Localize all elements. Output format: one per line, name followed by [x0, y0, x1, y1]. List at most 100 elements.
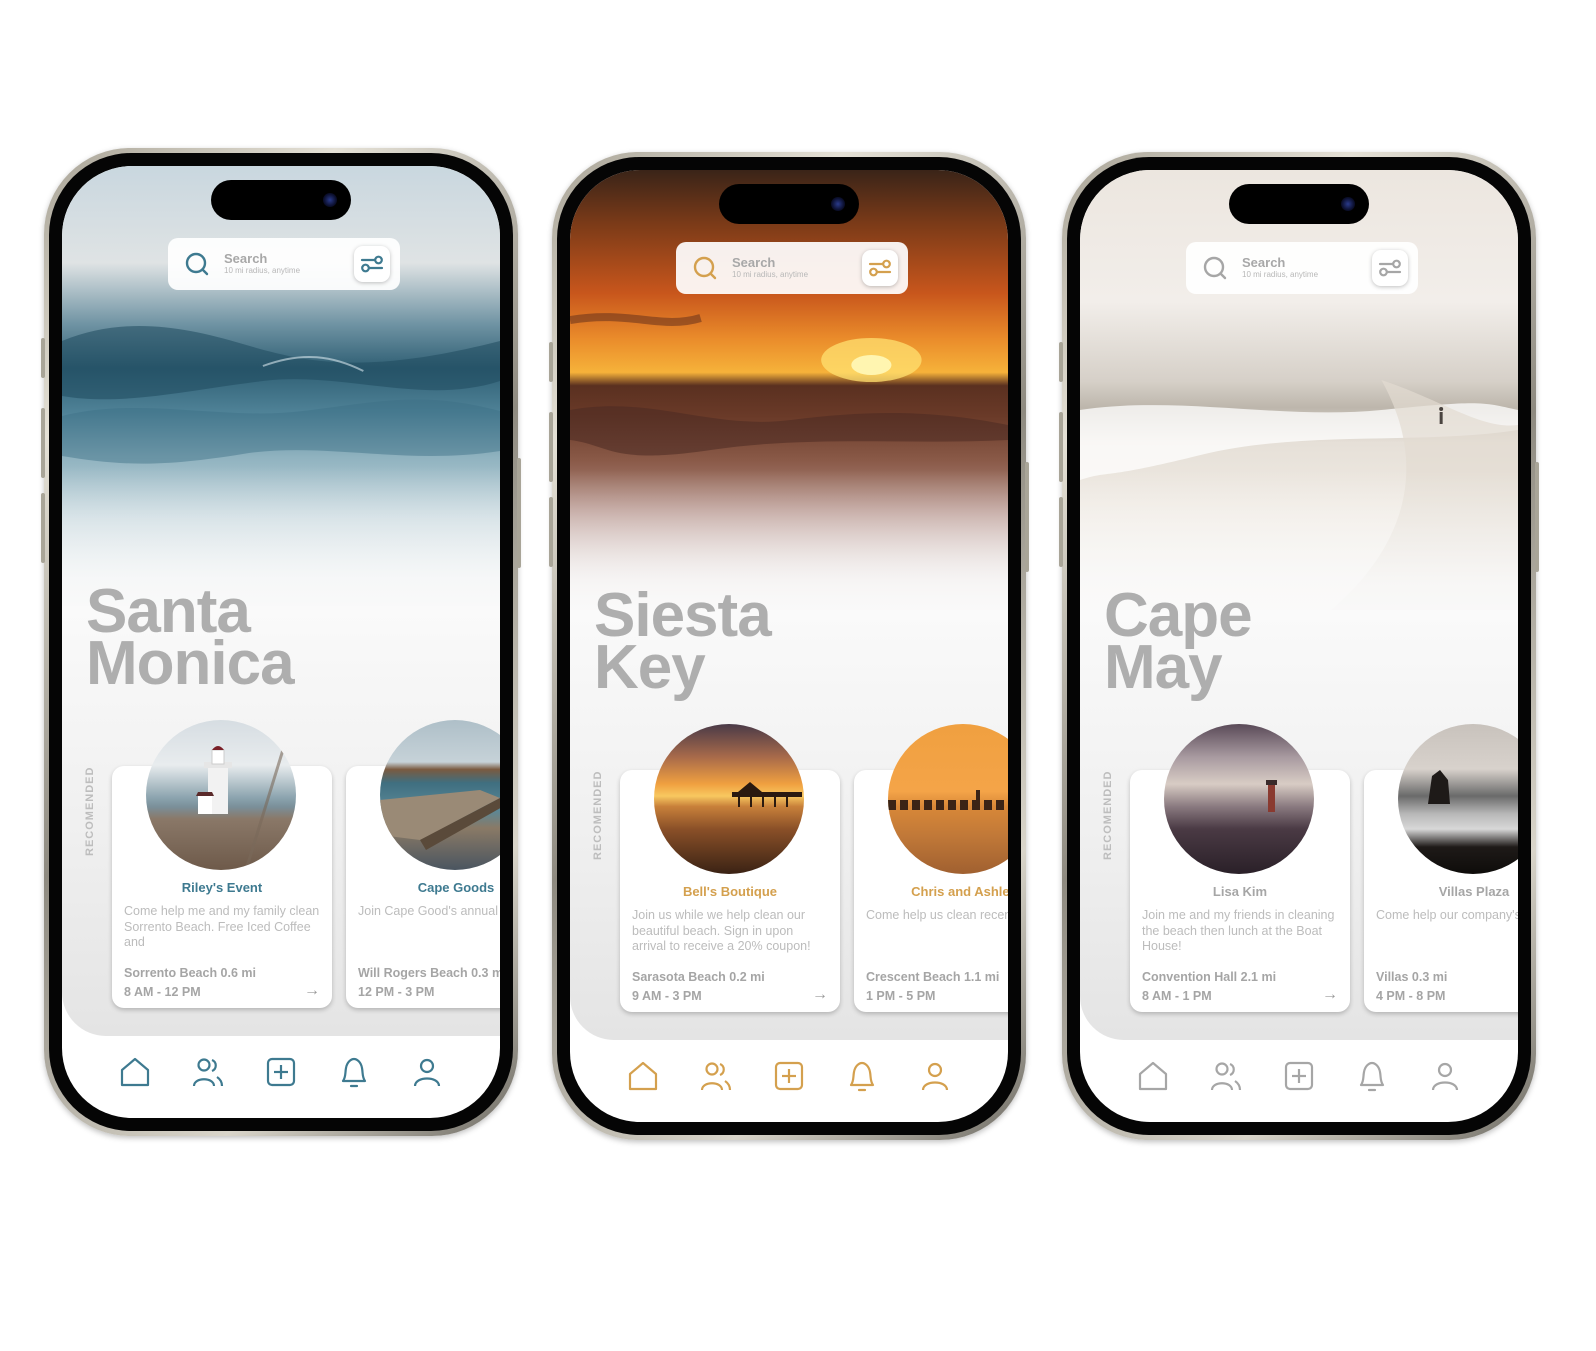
- event-description: Come help our company's weekly clean of …: [1376, 908, 1518, 922]
- event-title: Chris and Ashley: [911, 884, 1008, 899]
- event-card[interactable]: Lisa Kim Join me and my friends in clean…: [1130, 724, 1350, 1012]
- event-location: Sarasota Beach 0.2 mi: [632, 970, 765, 984]
- volume-up-button: [41, 408, 45, 478]
- tab-friends[interactable]: [190, 1054, 226, 1090]
- search-subtitle: 10 mi radius, anytime: [1242, 270, 1319, 279]
- camera-icon: [323, 193, 337, 207]
- add-event-icon: [1284, 1061, 1314, 1091]
- tab-home[interactable]: [1135, 1058, 1171, 1094]
- event-card[interactable]: Villas Plaza Come help our company's wee…: [1364, 724, 1518, 1012]
- camera-icon: [831, 197, 845, 211]
- sliders-icon: [1378, 259, 1402, 277]
- filter-button[interactable]: [1372, 250, 1408, 286]
- search-icon: [1203, 256, 1227, 280]
- volume-down-button: [549, 497, 553, 567]
- volume-down-button: [1059, 497, 1063, 567]
- search-placeholder: Search: [732, 255, 776, 270]
- event-time: 12 PM - 3 PM: [358, 985, 435, 999]
- phone-cape-may: Search 10 mi radius, anytime Cape May RE…: [1059, 152, 1539, 1140]
- tab-friends[interactable]: [698, 1058, 734, 1094]
- section-label-recommended: RECOMENDED: [84, 766, 96, 856]
- event-photo-pier-sunset: [654, 724, 804, 874]
- add-event-icon: [774, 1061, 804, 1091]
- event-description: Come help us clean recently washed up de…: [866, 908, 1008, 922]
- friends-icon: [192, 1058, 223, 1087]
- event-title: Riley's Event: [181, 880, 263, 895]
- arrow-right-icon[interactable]: →: [1322, 986, 1338, 1004]
- profile-icon: [922, 1062, 949, 1091]
- arrow-right-icon[interactable]: →: [304, 982, 320, 1000]
- event-description: Join me and my friends in cleaning the b…: [1142, 908, 1335, 953]
- bell-icon: [1360, 1061, 1385, 1092]
- power-button: [517, 458, 521, 568]
- bottom-tab-bar: [62, 1054, 500, 1104]
- volume-up-button: [1059, 412, 1063, 482]
- tab-home[interactable]: [625, 1058, 661, 1094]
- tab-friends[interactable]: [1208, 1058, 1244, 1094]
- event-card[interactable]: Riley's Event Come help me and my family…: [112, 720, 332, 1008]
- power-button: [1535, 462, 1539, 572]
- search-subtitle: 10 mi radius, anytime: [732, 270, 809, 279]
- event-location: Crescent Beach 1.1 mi: [866, 970, 1000, 984]
- event-card[interactable]: Cape Goods Join Cape Good's annual clean…: [346, 720, 500, 1008]
- volume-down-button: [41, 493, 45, 563]
- search-bar[interactable]: Search 10 mi radius, anytime: [1186, 242, 1418, 294]
- tab-profile[interactable]: [1427, 1058, 1463, 1094]
- event-card[interactable]: Bell's Boutique Join us while we help cl…: [620, 724, 840, 1012]
- bell-icon: [850, 1061, 875, 1092]
- tab-home[interactable]: [117, 1054, 153, 1090]
- event-photo-lighthouse: [146, 720, 296, 870]
- event-card[interactable]: Chris and Ashley Come help us clean rece…: [854, 724, 1008, 1012]
- filter-button[interactable]: [862, 250, 898, 286]
- event-description: Come help me and my family clean Sorrent…: [124, 904, 320, 949]
- section-label-recommended: RECOMENDED: [1102, 770, 1114, 860]
- bottom-tab-bar: [570, 1058, 1008, 1108]
- sliders-icon: [360, 255, 384, 273]
- bottom-tab-bar: [1080, 1058, 1518, 1108]
- volume-up-button: [549, 412, 553, 482]
- home-icon: [628, 1061, 657, 1091]
- event-time: 8 AM - 1 PM: [1142, 989, 1212, 1003]
- profile-icon: [1432, 1062, 1459, 1091]
- bell-icon: [342, 1057, 367, 1088]
- search-icon: [185, 252, 209, 276]
- arrow-right-icon[interactable]: →: [812, 986, 828, 1004]
- tab-create[interactable]: [771, 1058, 807, 1094]
- tab-notifications[interactable]: [336, 1054, 372, 1090]
- event-location: Convention Hall 2.1 mi: [1142, 970, 1277, 984]
- tab-profile[interactable]: [409, 1054, 445, 1090]
- search-bar[interactable]: Search 10 mi radius, anytime: [168, 238, 400, 290]
- dynamic-island: [719, 184, 859, 224]
- section-label-recommended: RECOMENDED: [592, 770, 604, 860]
- home-icon: [1138, 1061, 1167, 1091]
- add-event-icon: [266, 1057, 296, 1087]
- friends-icon: [1210, 1062, 1241, 1091]
- profile-icon: [414, 1058, 441, 1087]
- tab-notifications[interactable]: [844, 1058, 880, 1094]
- sliders-icon: [868, 259, 892, 277]
- event-time: 8 AM - 12 PM: [124, 985, 201, 999]
- tab-notifications[interactable]: [1354, 1058, 1390, 1094]
- search-placeholder: Search: [224, 251, 268, 266]
- event-time: 1 PM - 5 PM: [866, 989, 936, 1003]
- event-location: Will Rogers Beach 0.3 mi: [358, 966, 500, 980]
- city-title: Siesta Key: [594, 585, 772, 699]
- app-screen: Search 10 mi radius, anytime Siesta Key …: [570, 170, 1008, 1122]
- city-title: Cape May: [1104, 585, 1253, 699]
- event-time: 9 AM - 3 PM: [632, 989, 702, 1003]
- search-subtitle: 10 mi radius, anytime: [224, 266, 301, 275]
- tab-profile[interactable]: [917, 1058, 953, 1094]
- search-placeholder: Search: [1242, 255, 1286, 270]
- city-title-line-2: Monica: [86, 629, 295, 698]
- camera-icon: [1341, 197, 1355, 211]
- phone-santa-monica: Search 10 mi radius, anytime Santa Monic…: [41, 148, 521, 1136]
- tab-create[interactable]: [263, 1054, 299, 1090]
- side-button: [1059, 342, 1063, 382]
- tab-create[interactable]: [1281, 1058, 1317, 1094]
- filter-button[interactable]: [354, 246, 390, 282]
- event-title: Cape Goods: [417, 880, 495, 895]
- app-screen: Search 10 mi radius, anytime Cape May RE…: [1080, 170, 1518, 1122]
- search-icon: [693, 256, 717, 280]
- event-location: Villas 0.3 mi: [1376, 970, 1448, 984]
- search-bar[interactable]: Search 10 mi radius, anytime: [676, 242, 908, 294]
